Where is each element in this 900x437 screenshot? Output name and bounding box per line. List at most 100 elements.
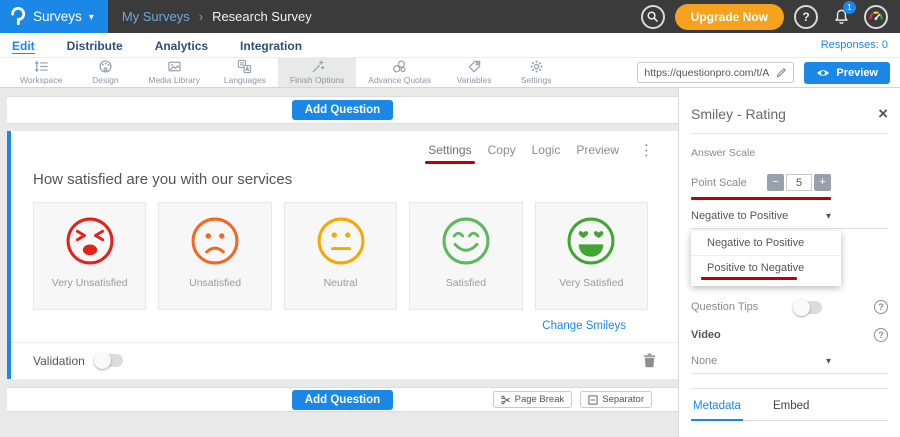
question-tab-copy[interactable]: Copy — [488, 143, 516, 157]
surveys-product-menu[interactable]: Surveys ▾ — [0, 0, 108, 33]
smiley-very-satisfied[interactable]: Very Satisfied — [535, 202, 648, 310]
gear-icon — [529, 59, 544, 74]
survey-health-button[interactable] — [864, 5, 888, 29]
video-row: Video ? — [691, 328, 888, 342]
point-scale-stepper: − 5 + — [767, 174, 831, 191]
neutral-smiley-icon — [314, 214, 368, 268]
responses-count[interactable]: Responses: 0 — [821, 39, 888, 51]
change-smileys-row: Change Smileys — [11, 310, 678, 342]
edit-pencil-icon[interactable] — [776, 67, 787, 78]
red-annotation-positive-to-negative — [701, 277, 797, 280]
preview-button[interactable]: Preview — [804, 62, 890, 84]
notifications-button[interactable]: 1 — [828, 4, 854, 30]
point-scale-row: Point Scale − 5 + — [691, 174, 888, 191]
toolbar-item-settings[interactable]: Settings — [505, 58, 567, 87]
option-positive-to-negative[interactable]: Positive to Negative — [691, 256, 841, 286]
breadcrumb-current-survey: Research Survey — [212, 9, 312, 24]
toolbar-item-design[interactable]: Design — [74, 58, 136, 87]
chevron-down-icon: ▾ — [89, 12, 94, 23]
more-options-icon[interactable]: ⋮ — [635, 143, 658, 158]
surveys-menu-label: Surveys — [33, 9, 82, 24]
answer-scale-label: Answer Scale — [691, 147, 888, 159]
strip-right-actions: Page Break Separator — [493, 391, 652, 408]
search-icon — [646, 10, 659, 23]
toolbar-item-languages[interactable]: Languages — [212, 58, 278, 87]
very-satisfied-smiley-icon — [564, 214, 618, 268]
survey-url-input[interactable] — [644, 67, 772, 79]
panel-divider — [691, 133, 888, 134]
survey-canvas: Add Question Settings Copy Logic Preview… — [0, 88, 678, 437]
close-icon[interactable]: × — [878, 105, 888, 122]
smiley-neutral[interactable]: Neutral — [284, 202, 397, 310]
delete-question-button[interactable] — [643, 353, 656, 368]
breadcrumb: My Surveys › Research Survey — [122, 9, 312, 24]
questionpro-logo-icon — [10, 7, 26, 26]
question-tips-row: Question Tips ? — [691, 300, 888, 314]
page-break-button[interactable]: Page Break — [493, 391, 573, 408]
change-smileys-link[interactable]: Change Smileys — [542, 320, 626, 332]
video-help-icon[interactable]: ? — [874, 328, 888, 342]
question-settings-panel: Smiley - Rating × Answer Scale Point Sca… — [678, 88, 900, 437]
toolbar-right: Preview — [637, 58, 900, 87]
toolbar-item-finish-options[interactable]: Finish Options — [278, 58, 356, 87]
scale-direction-select[interactable]: Negative to Positive ▾ — [691, 210, 888, 229]
point-scale-decrease-button[interactable]: − — [767, 174, 784, 191]
question-card: Settings Copy Logic Preview ⋮ How satisf… — [7, 131, 678, 379]
tab-metadata[interactable]: Metadata — [691, 391, 743, 421]
question-tips-toggle[interactable] — [794, 301, 822, 314]
validation-row: Validation — [11, 342, 678, 379]
questionpro-app: Surveys ▾ My Surveys › Research Survey U… — [0, 0, 900, 437]
help-icon: ? — [802, 10, 809, 24]
question-tips-label: Question Tips — [691, 301, 794, 313]
section-nav: Edit Distribute Analytics Integration Re… — [0, 33, 900, 58]
help-button[interactable]: ? — [794, 5, 818, 29]
tab-embed[interactable]: Embed — [771, 391, 811, 420]
very-unsatisfied-smiley-icon — [63, 214, 117, 268]
option-negative-to-positive[interactable]: Negative to Positive — [691, 231, 841, 256]
search-button[interactable] — [641, 5, 665, 29]
question-tab-preview[interactable]: Preview — [576, 143, 619, 157]
tab-integration[interactable]: Integration — [240, 37, 302, 53]
trash-icon — [643, 353, 656, 368]
toolbar-item-variables[interactable]: Variables — [443, 58, 505, 87]
chevron-down-icon: ▾ — [826, 211, 831, 222]
topbar-actions: Upgrade Now ? 1 — [641, 4, 900, 30]
video-select[interactable]: None ▾ — [691, 355, 888, 374]
toolbar-item-advance-quotas[interactable]: Advance Quotas — [356, 58, 443, 87]
breadcrumb-my-surveys[interactable]: My Surveys — [122, 9, 190, 24]
smiley-unsatisfied[interactable]: Unsatisfied — [158, 202, 271, 310]
palette-icon — [98, 59, 113, 74]
toolbar-item-media-library[interactable]: Media Library — [136, 58, 212, 87]
unsatisfied-smiley-icon — [188, 214, 242, 268]
add-question-button-top[interactable]: Add Question — [292, 100, 393, 120]
red-annotation-point-scale — [691, 197, 831, 200]
smiley-satisfied[interactable]: Satisfied — [409, 202, 522, 310]
point-scale-increase-button[interactable]: + — [814, 174, 831, 191]
question-tab-settings[interactable]: Settings — [428, 143, 471, 157]
add-question-strip-top: Add Question — [7, 96, 678, 124]
separator-icon — [588, 395, 598, 405]
tab-analytics[interactable]: Analytics — [155, 37, 208, 53]
point-scale-value[interactable]: 5 — [786, 174, 812, 191]
smiley-very-unsatisfied[interactable]: Very Unsatisfied — [33, 202, 146, 310]
top-bar: Surveys ▾ My Surveys › Research Survey U… — [0, 0, 900, 33]
validation-label: Validation — [33, 354, 85, 368]
separator-button[interactable]: Separator — [580, 391, 652, 408]
tab-edit[interactable]: Edit — [12, 37, 35, 54]
point-scale-label: Point Scale — [691, 177, 767, 189]
satisfied-smiley-icon — [439, 214, 493, 268]
survey-url-box — [637, 62, 794, 83]
question-tab-logic[interactable]: Logic — [532, 143, 561, 157]
validation-toggle[interactable] — [95, 354, 123, 367]
tab-distribute[interactable]: Distribute — [67, 37, 123, 53]
panel-tabs: Metadata Embed — [691, 391, 888, 421]
question-tips-help-icon[interactable]: ? — [874, 300, 888, 314]
toolbar-item-workspace[interactable]: Workspace — [8, 58, 74, 87]
question-title[interactable]: How satisfied are you with our services — [11, 161, 678, 196]
magic-wand-icon — [310, 59, 325, 74]
add-question-strip-bottom: Add Question Page Break Separator — [7, 387, 678, 412]
upgrade-now-button[interactable]: Upgrade Now — [675, 4, 784, 30]
question-card-tabs: Settings Copy Logic Preview ⋮ — [11, 139, 678, 161]
edit-toolbar: Workspace Design Media Library Languages… — [0, 58, 900, 88]
add-question-button-bottom[interactable]: Add Question — [292, 390, 393, 410]
